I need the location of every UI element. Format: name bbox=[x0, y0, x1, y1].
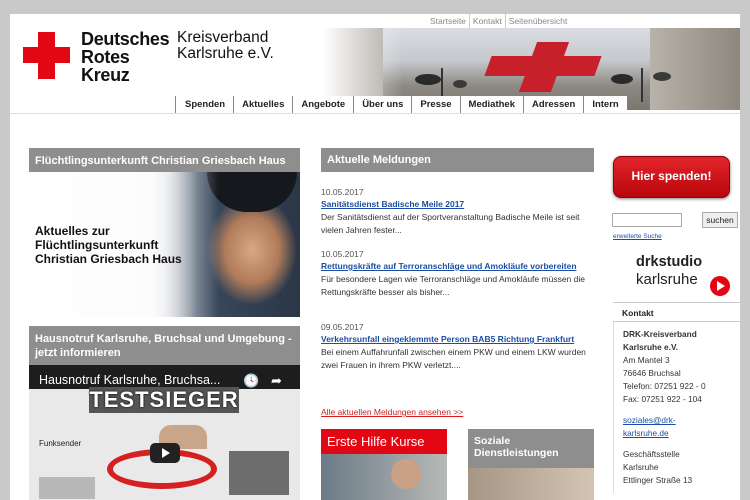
fluechtlingsunterkunft-banner[interactable]: Aktuelles zur Flüchtlingsunterkunft Chri… bbox=[29, 172, 300, 317]
testsieger-badge: TESTSIEGER bbox=[89, 387, 239, 413]
news-item: 10.05.2017 Sanitätsdienst Badische Meile… bbox=[321, 187, 594, 237]
page: Deutsches Rotes Kreuz Kreisverband Karls… bbox=[10, 14, 740, 500]
hausnotruf-heading[interactable]: Hausnotruf Karlsruhe, Bruchsal und Umgeb… bbox=[29, 326, 300, 365]
office-label: Geschäftsstelle bbox=[623, 449, 680, 459]
erste-hilfe-label: Erste Hilfe Kurse bbox=[327, 434, 425, 449]
news-item: 09.05.2017 Verkehrsunfall eingeklemmte P… bbox=[321, 322, 594, 372]
nav-intern[interactable]: Intern bbox=[583, 96, 626, 114]
nav-adressen[interactable]: Adressen bbox=[523, 96, 583, 114]
news-teaser: Für besondere Lagen wie Terroranschläge … bbox=[321, 274, 585, 297]
video-label: Funksender bbox=[39, 439, 82, 448]
news-item: 10.05.2017 Rettungskräfte auf Terroransc… bbox=[321, 249, 594, 299]
advanced-search-link[interactable]: erweiterte Suche bbox=[613, 233, 662, 240]
drkstudio-logo[interactable]: drkstudio karlsruhe bbox=[636, 254, 702, 288]
clock-icon[interactable]: 🕓 bbox=[243, 373, 259, 389]
main-nav: Spenden Aktuelles Angebote Über uns Pres… bbox=[175, 96, 627, 114]
search-input[interactable] bbox=[612, 213, 682, 227]
fluechtlingsunterkunft-heading[interactable]: Flüchtlingsunterkunft Christian Griesbac… bbox=[29, 148, 300, 172]
contact-email-link[interactable]: karlsruhe.de bbox=[623, 427, 731, 440]
news-teaser: Der Sanitätsdienst auf der Sportveransta… bbox=[321, 212, 580, 235]
soziale-dienstleistungen-label: Soziale Dienstleistungen bbox=[474, 435, 559, 459]
top-link-kontakt[interactable]: Kontakt bbox=[468, 14, 505, 28]
contact-heading: Kontakt bbox=[613, 302, 740, 322]
contact-phone: Telefon: 07251 922 - 0 bbox=[623, 381, 706, 391]
play-icon[interactable] bbox=[150, 443, 180, 463]
video-title[interactable]: Hausnotruf Karlsruhe, Bruchsa... bbox=[39, 373, 239, 387]
header-divider bbox=[10, 113, 740, 114]
nav-mediathek[interactable]: Mediathek bbox=[459, 96, 523, 114]
contact-street: Am Mantel 3 bbox=[623, 355, 670, 365]
erste-hilfe-tile[interactable]: Erste Hilfe Kurse bbox=[321, 429, 447, 500]
aktuelle-meldungen-heading: Aktuelle Meldungen bbox=[321, 148, 594, 172]
news-date: 09.05.2017 bbox=[321, 322, 364, 332]
contact-org: Karlsruhe e.V. bbox=[623, 342, 679, 352]
contact-city: 76646 Bruchsal bbox=[623, 368, 681, 378]
contact-org: DRK-Kreisverband bbox=[623, 329, 697, 339]
promo-text: Aktuelles zur Flüchtlingsunterkunft Chri… bbox=[35, 224, 182, 266]
nav-aktuelles[interactable]: Aktuelles bbox=[233, 96, 292, 114]
top-links: Startseite Kontakt Seitenübersicht bbox=[427, 14, 571, 28]
share-icon[interactable]: ➦ bbox=[271, 373, 282, 389]
nav-presse[interactable]: Presse bbox=[411, 96, 459, 114]
donate-button[interactable]: Hier spenden! bbox=[613, 156, 730, 198]
logo-text[interactable]: Deutsches Rotes Kreuz bbox=[81, 30, 170, 84]
all-news-link[interactable]: Alle aktuellen Meldungen ansehen >> bbox=[321, 407, 463, 417]
news-title-link[interactable]: Sanitätsdienst Badische Meile 2017 bbox=[321, 198, 594, 211]
office-street: Ettlinger Straße 13 bbox=[623, 475, 693, 485]
news-date: 10.05.2017 bbox=[321, 187, 364, 197]
nav-spenden[interactable]: Spenden bbox=[175, 96, 233, 114]
top-link-seitenuebersicht[interactable]: Seitenübersicht bbox=[504, 14, 571, 28]
nav-angebote[interactable]: Angebote bbox=[292, 96, 353, 114]
news-title-link[interactable]: Rettungskräfte auf Terroranschläge und A… bbox=[321, 260, 594, 273]
play-circle-icon[interactable] bbox=[710, 276, 730, 296]
news-teaser: Bei einem Auffahrunfall zwischen einem P… bbox=[321, 347, 586, 370]
soziale-dienstleistungen-tile[interactable]: Soziale Dienstleistungen bbox=[468, 429, 594, 500]
news-title-link[interactable]: Verkehrsunfall eingeklemmte Person BAB5 … bbox=[321, 333, 594, 346]
contact-email-link[interactable]: soziales@drk- bbox=[623, 414, 731, 427]
nav-ueber-uns[interactable]: Über uns bbox=[353, 96, 411, 114]
hausnotruf-video[interactable]: Hausnotruf Karlsruhe, Bruchsa... 🕓 ➦ TES… bbox=[29, 365, 300, 500]
top-link-startseite[interactable]: Startseite bbox=[427, 14, 469, 28]
news-date: 10.05.2017 bbox=[321, 249, 364, 259]
contact-box: DRK-Kreisverband Karlsruhe e.V. Am Mante… bbox=[613, 322, 740, 493]
search-button[interactable]: suchen bbox=[702, 212, 738, 228]
red-cross-logo-icon[interactable] bbox=[23, 32, 70, 79]
site-header: Deutsches Rotes Kreuz Kreisverband Karls… bbox=[10, 14, 740, 114]
contact-fax: Fax: 07251 922 - 104 bbox=[623, 394, 702, 404]
kreisverband-title: Kreisverband Karlsruhe e.V. bbox=[177, 29, 274, 62]
office-city: Karlsruhe bbox=[623, 462, 659, 472]
